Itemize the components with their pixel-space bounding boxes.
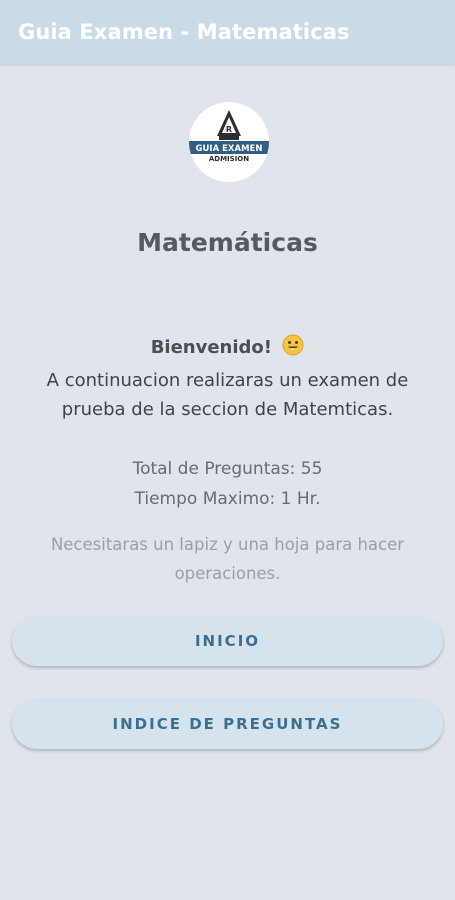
app-logo: R GUIA EXAMEN ADMISION [189, 102, 269, 182]
logo-text-line1: GUIA EXAMEN [196, 144, 263, 154]
start-button[interactable]: INICIO [12, 616, 443, 666]
logo-text-line2: ADMISION [209, 155, 249, 163]
smiling-face-icon [282, 334, 304, 361]
welcome-text: Bienvenido! [150, 337, 273, 358]
question-index-button[interactable]: INDICE DE PREGUNTAS [12, 699, 443, 749]
max-time: Tiempo Maximo: 1 Hr. [134, 489, 321, 509]
materials-note: Necesitaras un lapiz y una hoja para hac… [50, 535, 405, 583]
app-title: Guia Examen - Matematicas [18, 20, 350, 44]
welcome-heading: Bienvenido! [0, 334, 455, 361]
logo-mark-letter: R [226, 125, 232, 134]
app-bar: Guia Examen - Matematicas [0, 0, 455, 64]
total-questions: Total de Preguntas: 55 [132, 459, 323, 479]
intro-text: A continuacion realizaras un examen de p… [46, 370, 409, 420]
exam-stats: Total de Preguntas: 55 Tiempo Maximo: 1 … [0, 454, 455, 514]
subject-title: Matemáticas [137, 228, 318, 257]
